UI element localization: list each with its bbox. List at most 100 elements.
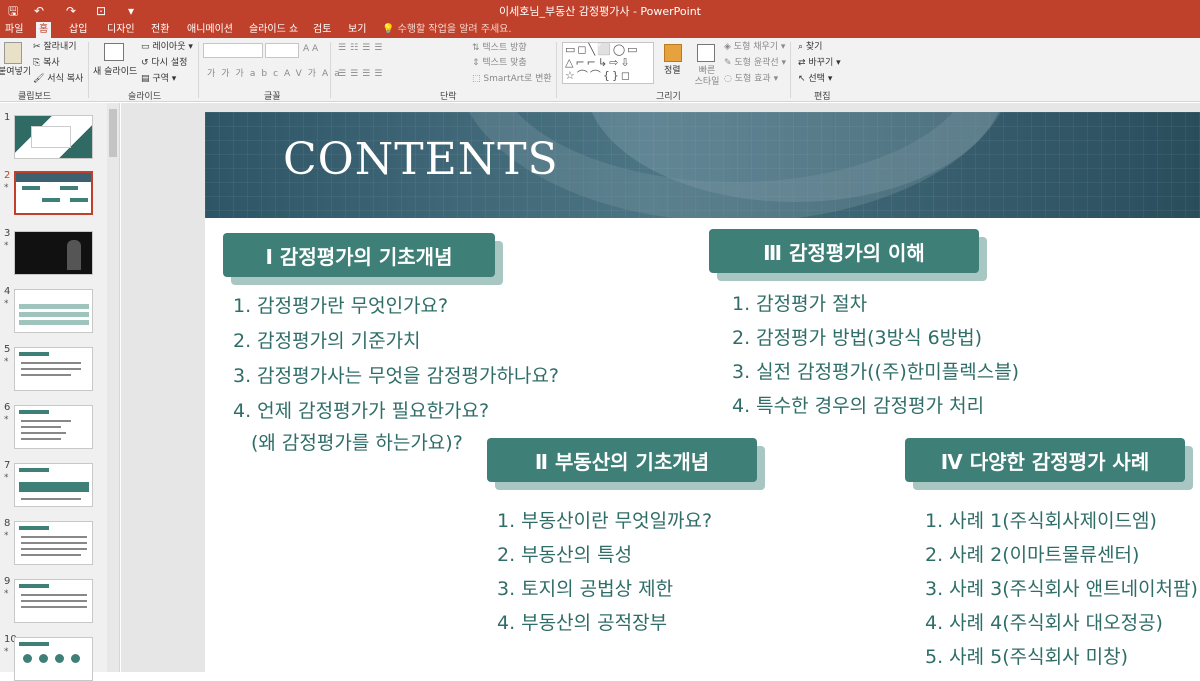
slide-thumbnail-panel: 1 2 * 3 * 4 * 5 * 6 * 7 * 8 * 9 * 10 *: [0, 103, 120, 681]
align-text-button[interactable]: ⇕ 텍스트 맞춤: [472, 58, 527, 69]
section-4-header[interactable]: Ⅳ 다양한 감정평가 사례: [905, 438, 1193, 490]
tab-home[interactable]: 홈: [36, 22, 52, 38]
font-format-buttons[interactable]: 가가가abcAV가Aa: [207, 69, 346, 80]
section-2-item[interactable]: 2. 부동산의 특성: [497, 540, 632, 567]
slide-thumbnail-7[interactable]: [14, 463, 93, 507]
list-buttons[interactable]: ☰☷☰☰: [338, 43, 386, 54]
tab-transitions[interactable]: 전환: [148, 22, 172, 38]
thumbnail-number: 6: [4, 402, 11, 413]
animation-star: *: [4, 183, 9, 193]
section-1-item[interactable]: 2. 감정평가의 기준가치: [233, 326, 421, 353]
quick-styles-button[interactable]: 빠른 스타일: [694, 66, 720, 88]
section-4-item[interactable]: 2. 사례 2(이마트물류센터): [925, 540, 1139, 567]
section-4-item[interactable]: 4. 사례 4(주식회사 대오정공): [925, 608, 1163, 635]
editing-group-label: 편집: [814, 92, 831, 102]
shape-outline-button[interactable]: ✎ 도형 윤곽선 ▾: [724, 58, 786, 69]
section-1-item[interactable]: (왜 감정평가를 하는가요)?: [251, 428, 463, 455]
section-4-item[interactable]: 5. 사례 5(주식회사 미창): [925, 642, 1128, 669]
slide-thumbnail-8[interactable]: [14, 521, 93, 565]
slide-thumbnail-3[interactable]: [14, 231, 93, 275]
section-1-item[interactable]: 1. 감정평가란 무엇인가요?: [233, 291, 448, 318]
section-3-item[interactable]: 4. 특수한 경우의 감정평가 처리: [732, 391, 984, 418]
slide-thumbnail-5[interactable]: [14, 347, 93, 391]
animation-star: *: [4, 473, 9, 483]
font-family-input[interactable]: [203, 43, 263, 58]
section-2-item[interactable]: 4. 부동산의 공적장부: [497, 608, 667, 635]
align-buttons[interactable]: ☰☰☰☰: [338, 69, 386, 80]
ribbon-tabs: 파일 홈 삽입 디자인 전환 애니메이션 슬라이드 쇼 검토 보기 💡 수행할 …: [0, 22, 1200, 38]
tab-file[interactable]: 파일: [2, 22, 26, 38]
shape-effects-button[interactable]: ◌ 도형 효과 ▾: [724, 74, 778, 85]
header-banner: CONTENTS: [205, 112, 1200, 218]
section-2-item[interactable]: 3. 토지의 공법상 제한: [497, 574, 673, 601]
slide-thumbnail-9[interactable]: [14, 579, 93, 623]
divider: [790, 42, 791, 98]
shape-effects-label: 도형 효과: [734, 74, 771, 84]
cut-button[interactable]: ✂ 잘라내기: [33, 42, 77, 53]
layout-button[interactable]: ▭ 레이아웃 ▾: [141, 42, 193, 53]
tell-me-search[interactable]: 💡 수행할 작업을 알려 주세요.: [382, 22, 512, 37]
section-3-header[interactable]: Ⅲ 감정평가의 이해: [709, 229, 987, 281]
arrange-button[interactable]: 정렬: [664, 66, 681, 77]
copy-button[interactable]: ⎘ 복사: [33, 58, 60, 69]
paste-button[interactable]: 붙여넣기: [0, 67, 31, 78]
new-slide-button[interactable]: 새 슬라이드: [93, 67, 137, 78]
tab-animations[interactable]: 애니메이션: [184, 22, 236, 38]
tab-slideshow[interactable]: 슬라이드 쇼: [246, 22, 301, 38]
arrange-icon[interactable]: [664, 44, 682, 62]
slide-thumbnail-2[interactable]: [14, 171, 93, 215]
section-2-header[interactable]: Ⅱ 부동산의 기초개념: [487, 438, 765, 490]
reset-button[interactable]: ↺ 다시 설정: [141, 58, 187, 69]
shape-fill-label: 도형 채우기: [733, 42, 779, 52]
format-painter-button[interactable]: 🖌 서식 복사: [33, 74, 83, 85]
slide-thumbnail-1[interactable]: [14, 115, 93, 159]
copy-label: 복사: [43, 58, 60, 68]
animation-star: *: [4, 241, 9, 251]
text-direction-label: 텍스트 방향: [482, 43, 527, 53]
thumbnail-number: 7: [4, 460, 11, 471]
tab-view[interactable]: 보기: [345, 22, 369, 38]
slide-canvas[interactable]: CONTENTS Ⅰ 감정평가의 기초개념 1. 감정평가란 무엇인가요? 2.…: [205, 112, 1200, 672]
font-size-input[interactable]: [265, 43, 299, 58]
select-button[interactable]: ↖ 선택 ▾: [798, 74, 832, 85]
layout-label: 레이아웃: [152, 42, 186, 52]
section-4-item[interactable]: 1. 사례 1(주식회사제이드엠): [925, 506, 1157, 533]
replace-button[interactable]: ⇄ 바꾸기 ▾: [798, 58, 841, 69]
animation-star: *: [4, 415, 9, 425]
slides-group-label: 슬라이드: [128, 92, 162, 102]
thumbnail-number: 4: [4, 286, 11, 297]
contents-title[interactable]: CONTENTS: [283, 134, 559, 185]
animation-star: *: [4, 357, 9, 367]
section-4-item[interactable]: 3. 사례 3(주식회사 앤트네이처팜): [925, 574, 1198, 601]
scrollbar-thumb[interactable]: [109, 109, 117, 157]
quick-styles-icon[interactable]: [697, 44, 715, 62]
thumbnail-number: 1: [4, 112, 11, 123]
shape-fill-button[interactable]: ◈ 도형 채우기 ▾: [724, 42, 785, 53]
ribbon: 붙여넣기 ✂ 잘라내기 ⎘ 복사 🖌 서식 복사 클립보드 새 슬라이드 ▭ 레…: [0, 38, 1200, 102]
smartart-button[interactable]: ⬚ SmartArt로 변환: [472, 74, 552, 85]
find-button[interactable]: ⌕ 찾기: [798, 42, 822, 53]
slide-thumbnail-10[interactable]: [14, 637, 93, 681]
shape-outline-label: 도형 윤곽선: [734, 58, 779, 68]
slide-thumbnail-6[interactable]: [14, 405, 93, 449]
section-button[interactable]: ▤ 구역 ▾: [141, 74, 176, 85]
section-3-item[interactable]: 1. 감정평가 절차: [732, 289, 867, 316]
select-label: 선택: [808, 74, 825, 84]
tab-design[interactable]: 디자인: [104, 22, 138, 38]
text-direction-button[interactable]: ⇅ 텍스트 방향: [472, 43, 527, 54]
section-1-item[interactable]: 3. 감정평가사는 무엇을 감정평가하나요?: [233, 361, 559, 388]
section-1-header[interactable]: Ⅰ 감정평가의 기초개념: [223, 233, 503, 285]
section-2-item[interactable]: 1. 부동산이란 무엇일까요?: [497, 506, 712, 533]
thumbnail-scrollbar[interactable]: [107, 103, 119, 672]
slide-thumbnail-4[interactable]: [14, 289, 93, 333]
tab-review[interactable]: 검토: [310, 22, 334, 38]
section-3-item[interactable]: 3. 실전 감정평가((주)한미플렉스블): [732, 357, 1019, 384]
section-1-item[interactable]: 4. 언제 감정평가가 필요한가요?: [233, 396, 489, 423]
font-size-buttons[interactable]: A A: [303, 44, 318, 55]
new-slide-icon[interactable]: [104, 43, 124, 61]
animation-star: *: [4, 589, 9, 599]
paste-icon[interactable]: [4, 42, 22, 64]
tab-insert[interactable]: 삽입: [66, 22, 90, 38]
section-3-item[interactable]: 2. 감정평가 방법(3방식 6방법): [732, 323, 982, 350]
shapes-gallery[interactable]: ▭◻╲⬜◯▭ △⌐⌐↳⇨⇩ ☆⌒⌒{}◻: [562, 42, 654, 84]
